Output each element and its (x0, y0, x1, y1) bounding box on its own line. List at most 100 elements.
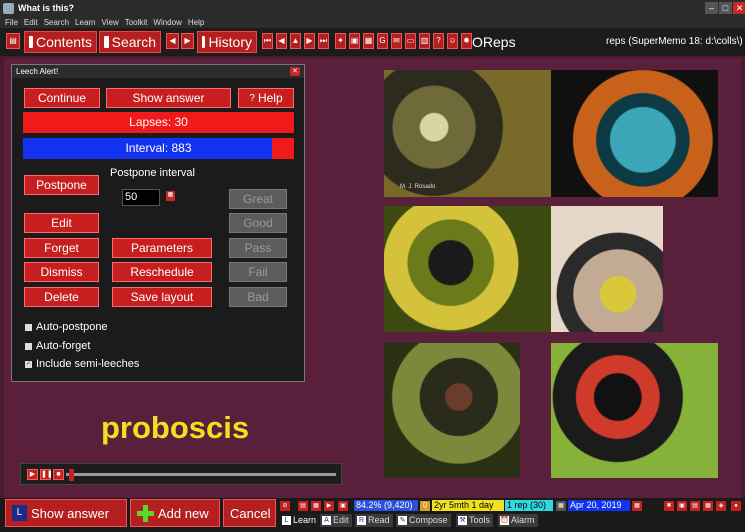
dismiss-button[interactable]: Dismiss (24, 262, 99, 282)
maximize-button[interactable]: □ (719, 2, 732, 14)
right-tool-icon-4[interactable]: ▦ (703, 501, 713, 511)
previous-element-icon[interactable]: ◀ (276, 33, 287, 49)
first-element-icon[interactable]: ⏮ (262, 33, 273, 49)
help-icon[interactable]: ? (433, 33, 444, 49)
minimize-button[interactable]: – (705, 2, 718, 14)
next-element-icon[interactable]: ▶ (304, 33, 315, 49)
reps-status: 1 rep (30) (505, 500, 553, 511)
butterfly-proboscis-image-4[interactable] (551, 206, 663, 332)
show-answer-main-button[interactable]: L Show answer (5, 499, 127, 527)
search-button[interactable]: Search (99, 31, 161, 53)
collection-status: reps (SuperMemo 18: d:\colls\) (606, 36, 743, 47)
butterfly-proboscis-image-2[interactable] (551, 70, 718, 197)
history-button[interactable]: History (197, 31, 257, 53)
edit-button[interactable]: Edit (24, 213, 99, 233)
delete-button[interactable]: Delete (24, 287, 99, 307)
status-icon-2[interactable]: ▦ (311, 501, 321, 511)
reschedule-button[interactable]: Reschedule (112, 262, 212, 282)
right-tool-icon-1[interactable]: ✖ (664, 501, 674, 511)
grade-bad-button[interactable]: Bad (229, 287, 287, 307)
stop-status-icon[interactable]: ⊘ (280, 501, 290, 511)
help-label: Help (257, 91, 283, 105)
checkbox-box-checked: ✓ (25, 360, 32, 368)
menu-help[interactable]: Help (188, 18, 204, 27)
play-icon[interactable]: ▶ (27, 469, 38, 480)
parent-element-icon[interactable]: ▲ (290, 33, 301, 49)
grade-good-button[interactable]: Good (229, 213, 287, 233)
right-tool-icon-6[interactable]: ● (731, 501, 741, 511)
checkbox-box (25, 342, 32, 350)
image-icon[interactable]: ▭ (405, 33, 416, 49)
continue-button[interactable]: Continue (24, 88, 100, 108)
right-tool-icon-2[interactable]: ▣ (677, 501, 687, 511)
butterfly-proboscis-image-1[interactable]: M. J. Rosado (384, 70, 551, 197)
tab-edit[interactable]: A Edit (320, 514, 352, 527)
right-tool-icon-5[interactable]: ◈ (716, 501, 726, 511)
tab-tools[interactable]: ⚒ Tools (456, 514, 494, 527)
menu-toolkit[interactable]: Toolkit (125, 18, 148, 27)
forget-button[interactable]: Forget (24, 238, 99, 258)
include-semi-leeches-checkbox[interactable]: ✓ Include semi-leeches (25, 358, 139, 370)
calendar-icon[interactable]: ▦ (166, 191, 175, 201)
status-icon-1[interactable]: ▤ (298, 501, 308, 511)
postpone-interval-input[interactable]: 50 (122, 189, 160, 206)
tool-icon-3[interactable]: ▦ (363, 33, 374, 49)
save-layout-button[interactable]: Save layout (112, 287, 212, 307)
interval-bar-end (272, 138, 294, 159)
help-button[interactable]: ? Help (238, 88, 294, 108)
grade-great-button[interactable]: Great (229, 189, 287, 209)
close-window-button[interactable]: ✕ (733, 2, 745, 14)
parameters-button[interactable]: Parameters (112, 238, 212, 258)
folder-icon[interactable]: ▤ (6, 33, 20, 49)
tab-compose[interactable]: ✎ Compose (396, 514, 451, 527)
status-icon-4[interactable]: ▣ (338, 501, 348, 511)
tab-compose-label: Compose (409, 515, 448, 525)
butterfly-proboscis-image-3[interactable] (384, 206, 551, 332)
chart-icon[interactable]: ▥ (419, 33, 430, 49)
show-answer-button[interactable]: Show answer (106, 88, 231, 108)
calendar-button-icon[interactable]: ▦ (632, 501, 642, 511)
menu-window[interactable]: Window (153, 18, 181, 27)
butterfly-proboscis-image-5[interactable] (384, 343, 520, 478)
add-new-label: Add new (158, 505, 209, 521)
tab-learn-label: Learn (293, 515, 317, 525)
menu-learn[interactable]: Learn (75, 18, 95, 27)
auto-postpone-label: Auto-postpone (36, 321, 108, 333)
right-tool-icon-3[interactable]: ▤ (690, 501, 700, 511)
menu-edit[interactable]: Edit (24, 18, 38, 27)
google-icon[interactable]: G (377, 33, 388, 49)
media-slider-thumb[interactable] (69, 469, 74, 481)
mail-icon[interactable]: ✉ (391, 33, 402, 49)
checkbox-box (25, 323, 32, 331)
cancel-button[interactable]: Cancel (223, 499, 276, 527)
dialog-title-text: Leech Alert! (16, 67, 59, 76)
stop-icon[interactable]: ■ (53, 469, 64, 480)
tab-alarm[interactable]: ⏰ Alarm (498, 514, 538, 527)
butterfly-proboscis-image-6[interactable] (551, 343, 718, 478)
status-icon-3[interactable]: ▶ (324, 501, 334, 511)
help-icon: ? (249, 92, 255, 104)
forward-arrow-icon[interactable]: ▶ (181, 33, 194, 49)
menu-file[interactable]: File (5, 18, 18, 27)
menu-view[interactable]: View (102, 18, 119, 27)
grade-pass-button[interactable]: Pass (229, 238, 287, 258)
contents-button[interactable]: Contents (24, 31, 97, 53)
tool-icon-1[interactable]: ✦ (335, 33, 346, 49)
dialog-close-icon[interactable]: ✕ (290, 67, 300, 76)
auto-postpone-checkbox[interactable]: Auto-postpone (25, 321, 108, 333)
grade-fail-button[interactable]: Fail (229, 262, 287, 282)
tab-learn[interactable]: L Learn (280, 514, 320, 527)
media-track[interactable] (66, 473, 336, 476)
auto-forget-checkbox[interactable]: Auto-forget (25, 340, 90, 352)
back-arrow-icon[interactable]: ◀ (166, 33, 179, 49)
tool-icon-2[interactable]: ▣ (349, 33, 360, 49)
postpone-button[interactable]: Postpone (24, 175, 99, 195)
menu-search[interactable]: Search (44, 18, 69, 27)
add-new-button[interactable]: Add new (130, 499, 220, 527)
tab-read[interactable]: R Read (355, 514, 393, 527)
pause-icon[interactable]: ❚❚ (40, 469, 53, 480)
oreps-label[interactable]: OReps (472, 34, 516, 50)
bulb-icon[interactable]: ✹ (461, 33, 472, 49)
user-icon[interactable]: ☺ (447, 33, 458, 49)
last-element-icon[interactable]: ⏭ (318, 33, 329, 49)
